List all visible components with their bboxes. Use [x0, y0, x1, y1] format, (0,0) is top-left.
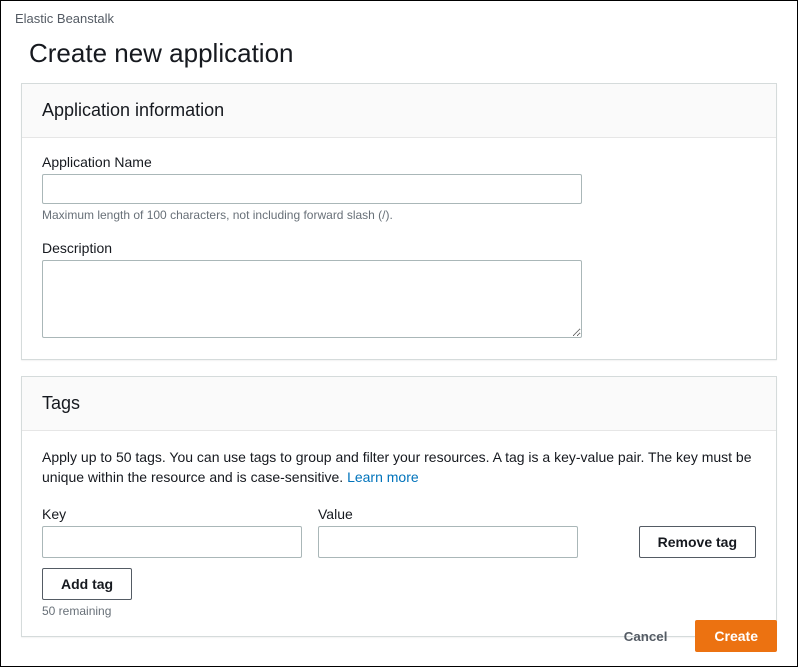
learn-more-link[interactable]: Learn more [347, 469, 419, 485]
panel-header-tags: Tags [22, 377, 776, 431]
footer-actions: Cancel Create [606, 620, 777, 652]
cancel-button[interactable]: Cancel [606, 620, 686, 652]
field-tag-key: Key [42, 506, 302, 558]
remove-tag-col: Remove tag [639, 526, 756, 558]
add-tag-wrap: Add tag 50 remaining [42, 568, 756, 618]
label-description: Description [42, 240, 756, 256]
panel-body-tags: Apply up to 50 tags. You can use tags to… [22, 431, 776, 636]
field-description: Description [42, 240, 756, 341]
panel-application-information: Application information Application Name… [21, 83, 777, 360]
input-application-name[interactable] [42, 174, 582, 204]
input-tag-value[interactable] [318, 526, 578, 558]
help-application-name: Maximum length of 100 characters, not in… [42, 208, 756, 222]
tags-description: Apply up to 50 tags. You can use tags to… [42, 447, 756, 488]
page-title: Create new application [1, 28, 797, 83]
create-button[interactable]: Create [695, 620, 777, 652]
remove-tag-button[interactable]: Remove tag [639, 526, 756, 558]
window: Elastic Beanstalk Create new application… [0, 0, 798, 667]
tag-row: Key Value Remove tag [42, 506, 756, 558]
input-description[interactable] [42, 260, 582, 338]
field-tag-value: Value [318, 506, 578, 558]
label-application-name: Application Name [42, 154, 756, 170]
field-application-name: Application Name Maximum length of 100 c… [42, 154, 756, 222]
label-tag-value: Value [318, 506, 578, 522]
input-tag-key[interactable] [42, 526, 302, 558]
panel-body-application-information: Application Name Maximum length of 100 c… [22, 138, 776, 359]
panel-tags: Tags Apply up to 50 tags. You can use ta… [21, 376, 777, 637]
label-tag-key: Key [42, 506, 302, 522]
add-tag-button[interactable]: Add tag [42, 568, 132, 600]
panel-header-application-information: Application information [22, 84, 776, 138]
breadcrumb[interactable]: Elastic Beanstalk [1, 1, 797, 28]
tags-remaining: 50 remaining [42, 604, 756, 618]
